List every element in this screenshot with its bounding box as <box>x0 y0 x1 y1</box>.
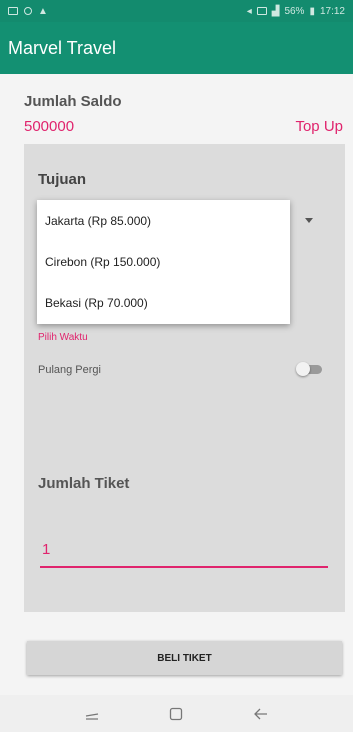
image-notification-icon <box>8 7 18 15</box>
location-icon <box>24 7 32 15</box>
home-icon[interactable] <box>160 700 192 728</box>
back-icon[interactable] <box>245 700 277 728</box>
warning-icon: ▲ <box>38 5 48 17</box>
switch-thumb <box>296 362 310 376</box>
dropdown-option-jakarta[interactable]: Jakarta (Rp 85.000) <box>37 200 290 241</box>
jumlah-tiket-label: Jumlah Tiket <box>38 475 130 492</box>
saldo-label: Jumlah Saldo <box>24 93 122 110</box>
battery-icon: ▮ <box>309 5 315 17</box>
app-title: Marvel Travel <box>8 37 117 58</box>
status-right: ◂ ▟ 56% ▮ 17:12 <box>247 6 345 17</box>
navigation-bar <box>0 695 353 732</box>
pulang-pergi-label: Pulang Pergi <box>38 364 101 376</box>
alarm-icon <box>256 7 267 15</box>
signal-icon: ▟ <box>271 5 280 17</box>
status-bar: ▲ ◂ ▟ 56% ▮ 17:12 <box>0 0 353 22</box>
tujuan-label: Tujuan <box>38 171 87 188</box>
mute-icon: ◂ <box>246 5 252 17</box>
recents-icon[interactable] <box>76 700 108 728</box>
beli-tiket-button[interactable]: BELI TIKET <box>27 641 342 675</box>
tujuan-dropdown: Jakarta (Rp 85.000) Cirebon (Rp 150.000)… <box>37 200 290 324</box>
pilih-waktu-link[interactable]: Pilih Waktu <box>38 332 88 343</box>
status-left: ▲ <box>8 6 48 17</box>
saldo-value: 500000 <box>24 118 75 135</box>
battery-percent: 56% <box>284 5 305 17</box>
jumlah-tiket-input[interactable] <box>40 532 328 568</box>
pulang-pergi-switch[interactable] <box>296 362 324 376</box>
topup-button[interactable]: Top Up <box>295 118 343 135</box>
dropdown-option-cirebon[interactable]: Cirebon (Rp 150.000) <box>37 241 290 282</box>
clock: 17:12 <box>319 5 345 17</box>
dropdown-arrow-icon[interactable] <box>305 218 313 223</box>
dropdown-option-bekasi[interactable]: Bekasi (Rp 70.000) <box>37 282 290 323</box>
app-bar: Marvel Travel <box>0 22 353 74</box>
